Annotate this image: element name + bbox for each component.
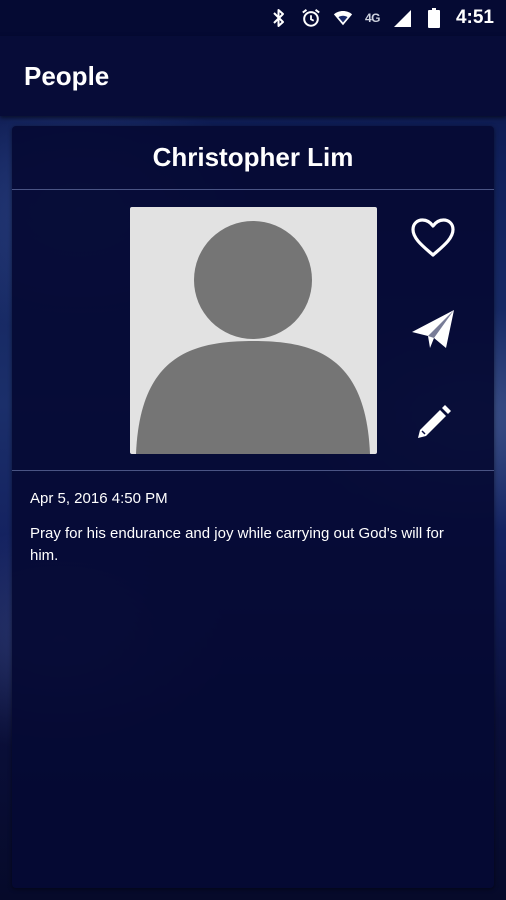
bluetooth-icon (269, 8, 289, 28)
person-card: Christopher Lim Apr 5, 2016 4:50 PM Pray… (12, 126, 494, 888)
person-name: Christopher Lim (152, 142, 354, 172)
alarm-icon (301, 8, 321, 28)
wifi-icon (333, 8, 353, 28)
avatar-placeholder-icon (136, 221, 370, 454)
heart-icon (411, 218, 455, 257)
network-type: 4G (364, 11, 381, 25)
divider (12, 470, 494, 471)
favorite-button[interactable] (408, 213, 458, 263)
edit-button[interactable] (408, 398, 458, 448)
divider (12, 189, 494, 190)
send-icon (412, 310, 454, 348)
avatar[interactable] (130, 207, 377, 454)
edit-icon (418, 405, 451, 438)
battery-icon (424, 8, 444, 28)
entry-date: Apr 5, 2016 4:50 PM (30, 490, 168, 507)
status-bar: 4G 4:51 (0, 0, 506, 36)
signal-icon (392, 8, 412, 28)
send-button[interactable] (408, 305, 458, 355)
app-bar: People (0, 36, 506, 116)
page-title: People (24, 60, 110, 91)
clock: 4:51 (455, 7, 494, 28)
prayer-note: Pray for his endurance and joy while car… (30, 525, 444, 564)
